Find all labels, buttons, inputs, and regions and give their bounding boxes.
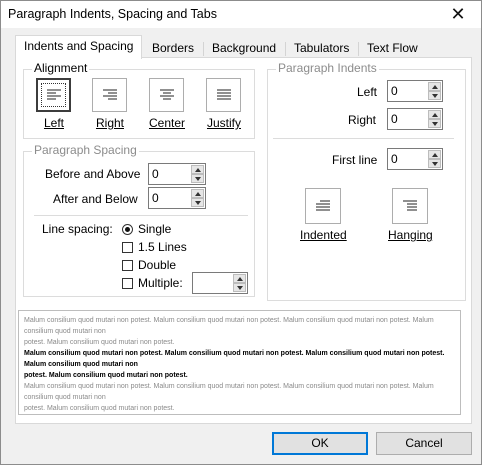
before-and-above-input[interactable] [149,164,191,184]
paragraph-indents-group: Paragraph Indents Left Right First line [267,61,466,301]
paragraph-dialog: Paragraph Indents, Spacing and Tabs ✕ In… [0,0,482,465]
increment-arrow-icon[interactable] [191,165,204,174]
paragraph-spacing-group: Paragraph Spacing Before and Above After… [23,143,255,297]
decrement-arrow-icon[interactable] [191,174,204,183]
tab-borders[interactable]: Borders [147,39,200,58]
single-radio[interactable] [122,224,133,235]
before-and-above-stepper[interactable] [148,163,206,185]
align-left-button[interactable] [36,78,71,112]
multiple-checkbox[interactable] [122,278,133,289]
first-line-label: First line [332,153,378,167]
alignment-group-label: Alignment [32,61,90,75]
line-spacing-label: Line spacing: [42,222,113,236]
divider [273,138,454,139]
tab-label: Tabulators [294,41,350,55]
before-and-above-label: Before and Above [45,167,141,181]
hanging-indent-icon [403,200,417,211]
ok-label: OK [311,436,329,450]
multiple-stepper[interactable] [192,272,248,294]
tab-text-flow[interactable]: Text Flow [362,39,423,58]
tab-label: Text Flow [367,41,418,55]
indent-left-input[interactable] [388,81,430,101]
tab-label: Borders [152,41,195,55]
indent-right-label: Right [348,113,377,127]
dialog-title: Paragraph Indents, Spacing and Tabs [8,7,217,21]
alignment-group: Alignment Left Right Center Justify [23,61,255,139]
multiple-input[interactable] [193,273,235,293]
one-and-half-lines-label: 1.5 Lines [138,240,187,254]
divider [34,215,248,216]
align-center-label: Center [148,116,186,130]
increment-arrow-icon[interactable] [428,150,441,159]
single-label: Single [138,222,172,236]
increment-arrow-icon[interactable] [233,274,246,283]
cancel-label: Cancel [405,436,443,450]
hanging-label: Hanging [388,228,433,242]
align-left-icon [46,89,61,100]
align-justify-icon [216,89,231,100]
preview-line: potest. Malum consilium quod mutari non … [24,405,175,412]
tab-label: Background [212,41,277,55]
preview-line: potest. Malum consilium quod mutari non … [24,372,188,379]
first-line-input[interactable] [388,149,430,169]
first-line-indent-icon [316,200,330,211]
title-bar: Paragraph Indents, Spacing and Tabs ✕ [1,1,481,28]
paragraph-spacing-group-label: Paragraph Spacing [32,143,139,157]
increment-arrow-icon[interactable] [428,82,441,91]
double-checkbox[interactable] [122,260,133,271]
cancel-button[interactable]: Cancel [376,432,472,455]
after-and-below-label: After and Below [53,192,138,206]
align-left-label: Left [43,116,64,130]
tab-indents-and-spacing[interactable]: Indents and Spacing [15,35,143,59]
align-right-label: Right [95,116,124,130]
align-center-button[interactable] [149,78,184,112]
multiple-label: Multiple: [138,276,183,290]
after-and-below-stepper[interactable] [148,187,206,209]
ok-button[interactable]: OK [272,432,368,455]
tab-background[interactable]: Background [207,39,282,58]
close-icon[interactable]: ✕ [435,1,481,28]
preview-line: Malum consilium quod mutari non potest. … [24,350,445,368]
after-and-below-input[interactable] [149,188,191,208]
align-center-icon [159,89,174,100]
indented-label: Indented [300,228,347,242]
decrement-arrow-icon[interactable] [191,198,204,207]
increment-arrow-icon[interactable] [428,110,441,119]
indent-right-input[interactable] [388,109,430,129]
double-label: Double [138,258,177,272]
indented-button[interactable] [305,188,341,224]
one-and-half-lines-checkbox[interactable] [122,242,133,253]
preview-line: Malum consilium quod mutari non potest. … [24,383,434,401]
align-right-icon [102,89,117,100]
first-line-stepper[interactable] [387,148,443,170]
decrement-arrow-icon[interactable] [428,91,441,100]
preview-line: Malum consilium quod mutari non potest. … [24,317,434,335]
preview-pane: Malum consilium quod mutari non potest. … [18,310,461,415]
decrement-arrow-icon[interactable] [428,119,441,128]
increment-arrow-icon[interactable] [191,189,204,198]
preview-line: potest. Malum consilium quod mutari non … [24,339,175,346]
tab-tabulators[interactable]: Tabulators [289,39,355,58]
tab-label: Indents and Spacing [24,39,134,53]
decrement-arrow-icon[interactable] [233,283,246,292]
indent-left-label: Left [357,85,378,99]
paragraph-indents-group-label: Paragraph Indents [276,61,379,75]
align-justify-button[interactable] [206,78,241,112]
align-right-button[interactable] [92,78,127,112]
hanging-button[interactable] [392,188,428,224]
indent-right-stepper[interactable] [387,108,443,130]
align-justify-label: Justify [206,116,241,130]
decrement-arrow-icon[interactable] [428,159,441,168]
indent-left-stepper[interactable] [387,80,443,102]
